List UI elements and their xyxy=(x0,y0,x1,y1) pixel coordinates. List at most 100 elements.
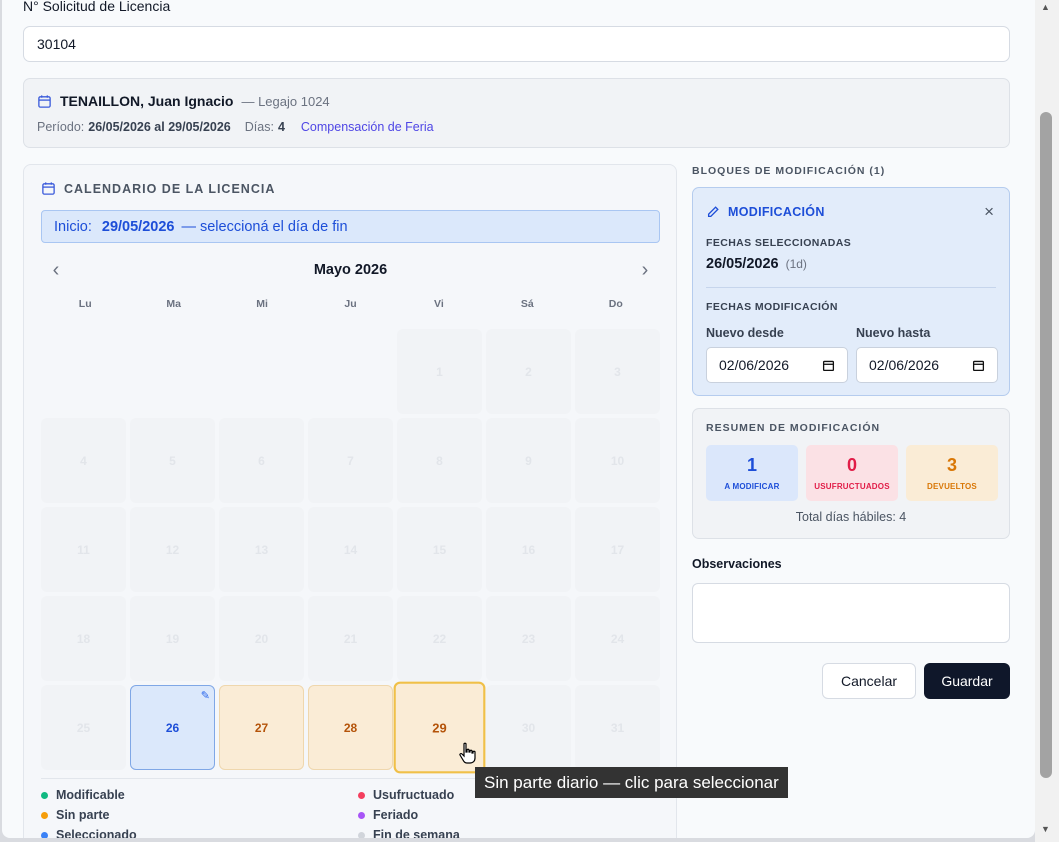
day-number: 13 xyxy=(254,542,269,557)
periodo-label: Período: xyxy=(37,120,85,134)
nuevo-hasta-label: Nuevo hasta xyxy=(856,326,931,340)
day-cell[interactable]: 13 xyxy=(219,507,304,592)
day-cell[interactable]: 8 xyxy=(397,418,482,503)
scroll-down-icon[interactable]: ▼ xyxy=(1041,824,1050,834)
day-cell[interactable]: 11 xyxy=(41,507,126,592)
day-number: 8 xyxy=(436,453,443,468)
fechas-seleccionadas-value: 26/05/2026 (1d) xyxy=(706,256,807,272)
stat-a-modificar: 1 A MODIFICAR xyxy=(706,445,798,501)
calendar-title: CALENDARIO DE LA LICENCIA xyxy=(64,181,276,196)
day-cell[interactable]: 20 xyxy=(219,596,304,681)
cancel-button[interactable]: Cancelar xyxy=(822,663,916,699)
calendar-icon[interactable] xyxy=(822,359,835,372)
day-tooltip: Sin parte diario — clic para seleccionar xyxy=(475,767,788,798)
modification-block: MODIFICACIÓN × FECHAS SELECCIONADAS 26/0… xyxy=(692,187,1010,396)
day-cell[interactable]: 1 xyxy=(397,329,482,414)
day-number: 28 xyxy=(343,720,358,735)
day-cell[interactable]: 9 xyxy=(486,418,571,503)
pencil-icon: ✎ xyxy=(200,690,210,702)
weekday-label: Vi xyxy=(434,298,444,310)
calendar-icon[interactable] xyxy=(972,359,985,372)
day-number: 22 xyxy=(432,631,447,646)
weekday-label: Do xyxy=(608,298,623,310)
day-cell[interactable]: 22 xyxy=(397,596,482,681)
licencia-tipo: Compensación de Feria xyxy=(300,120,434,134)
inicio-banner: Inicio: 29/05/2026 — seleccioná el día d… xyxy=(41,210,660,243)
person-name: TENAILLON, Juan Ignacio xyxy=(60,93,234,109)
day-number: 3 xyxy=(614,364,621,379)
day-cell[interactable]: 31 xyxy=(575,685,660,770)
legend-item: Modificable xyxy=(41,788,358,802)
close-icon[interactable]: × xyxy=(984,202,994,222)
nuevo-hasta-value: 02/06/2026 xyxy=(869,357,940,373)
scrollbar[interactable]: ▲ ▼ xyxy=(1035,0,1059,842)
nuevo-desde-value: 02/06/2026 xyxy=(719,357,790,373)
day-cell[interactable]: 6 xyxy=(219,418,304,503)
scroll-thumb[interactable] xyxy=(1040,112,1052,778)
day-cell[interactable]: 15 xyxy=(397,507,482,592)
legend-item: Seleccionado xyxy=(41,828,358,838)
calendar-icon xyxy=(38,94,51,108)
day-cell[interactable]: 28 xyxy=(308,685,393,770)
day-cell[interactable]: 14 xyxy=(308,507,393,592)
day-cell[interactable]: 27 xyxy=(219,685,304,770)
dias-value: 4 xyxy=(277,120,285,134)
stat-caption: USUFRUCTUADOS xyxy=(814,482,890,491)
day-number: 27 xyxy=(254,720,269,735)
day-cell[interactable]: 18 xyxy=(41,596,126,681)
licencia-modal: N° Solicitud de Licencia 30104 TENAILLON… xyxy=(2,0,1035,838)
day-cell[interactable]: 3 xyxy=(575,329,660,414)
day-cell[interactable]: 26 ✎ xyxy=(130,685,215,770)
day-number: 5 xyxy=(169,453,176,468)
legend-dot xyxy=(358,831,365,838)
day-cell[interactable]: 4 xyxy=(41,418,126,503)
day-number: 25 xyxy=(76,720,91,735)
day-number: 23 xyxy=(521,631,536,646)
day-cell[interactable]: 2 xyxy=(486,329,571,414)
day-number: 31 xyxy=(610,720,625,735)
day-cell[interactable]: 23 xyxy=(486,596,571,681)
day-cell[interactable]: 25 xyxy=(41,685,126,770)
weekday-header: Lu Ma Mi Ju Vi Sá Do xyxy=(41,298,660,310)
weekday-label: Sá xyxy=(520,298,534,310)
day-cell[interactable]: 16 xyxy=(486,507,571,592)
day-cell[interactable]: 19 xyxy=(130,596,215,681)
day-number: 29 xyxy=(432,719,447,736)
total-dias: Total días hábiles: 4 xyxy=(795,510,907,524)
empty-cell xyxy=(130,329,215,414)
empty-cell xyxy=(41,329,126,414)
scroll-up-icon[interactable]: ▲ xyxy=(1041,2,1050,12)
dias-label: Días: xyxy=(244,120,274,134)
weekday-label: Mi xyxy=(256,298,268,310)
nuevo-hasta-input[interactable]: 02/06/2026 xyxy=(856,347,998,383)
nuevo-desde-input[interactable]: 02/06/2026 xyxy=(706,347,848,383)
pencil-icon xyxy=(707,206,719,218)
day-cell[interactable]: 17 xyxy=(575,507,660,592)
chevron-right-icon[interactable]: › xyxy=(635,260,655,280)
observaciones-textarea[interactable] xyxy=(692,583,1010,643)
day-cell[interactable]: 5 xyxy=(130,418,215,503)
day-cell[interactable]: 12 xyxy=(130,507,215,592)
inicio-hint: — seleccioná el día de fin xyxy=(181,218,348,235)
day-number: 14 xyxy=(343,542,358,557)
day-number: 12 xyxy=(165,542,180,557)
solicitud-input[interactable]: 30104 xyxy=(23,26,1010,62)
day-number: 24 xyxy=(610,631,625,646)
day-number: 26 xyxy=(165,720,180,735)
person-card: TENAILLON, Juan Ignacio — Legajo 1024 Pe… xyxy=(23,78,1010,148)
legend-label: Seleccionado xyxy=(56,828,137,838)
day-number: 20 xyxy=(254,631,269,646)
day-cell[interactable]: 30 xyxy=(486,685,571,770)
save-button[interactable]: Guardar xyxy=(924,663,1010,699)
empty-cell xyxy=(219,329,304,414)
day-cell[interactable]: 21 xyxy=(308,596,393,681)
day-cell[interactable]: 7 xyxy=(308,418,393,503)
fecha-sel-date: 26/05/2026 xyxy=(706,256,779,272)
weekday-label: Ju xyxy=(344,298,357,310)
stat-number: 0 xyxy=(846,455,857,475)
day-cell[interactable]: 10 xyxy=(575,418,660,503)
stat-devueltos: 3 DEVUELTOS xyxy=(906,445,998,501)
day-number: 19 xyxy=(165,631,180,646)
day-cell[interactable]: 24 xyxy=(575,596,660,681)
legend-dot xyxy=(41,831,48,838)
